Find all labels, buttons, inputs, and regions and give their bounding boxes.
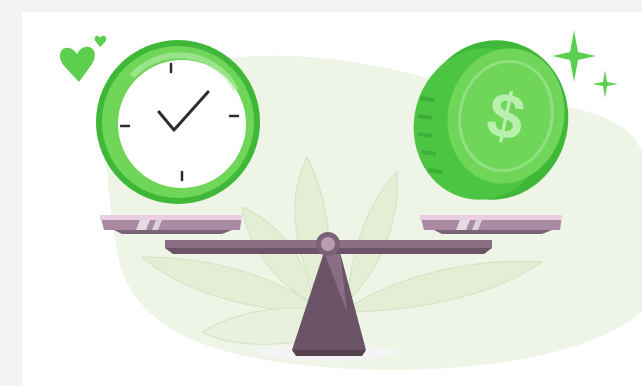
small-heart-icon — [94, 35, 107, 47]
right-scale-pan — [420, 215, 562, 234]
left-scale-pan — [100, 215, 242, 234]
illustration-card: $ — [22, 12, 642, 386]
balance-scale-illustration: $ — [59, 30, 642, 370]
heart-icon — [59, 46, 95, 82]
sparkle-icon — [592, 70, 618, 98]
sparkle-icon — [552, 30, 596, 82]
clock-icon — [96, 40, 260, 204]
